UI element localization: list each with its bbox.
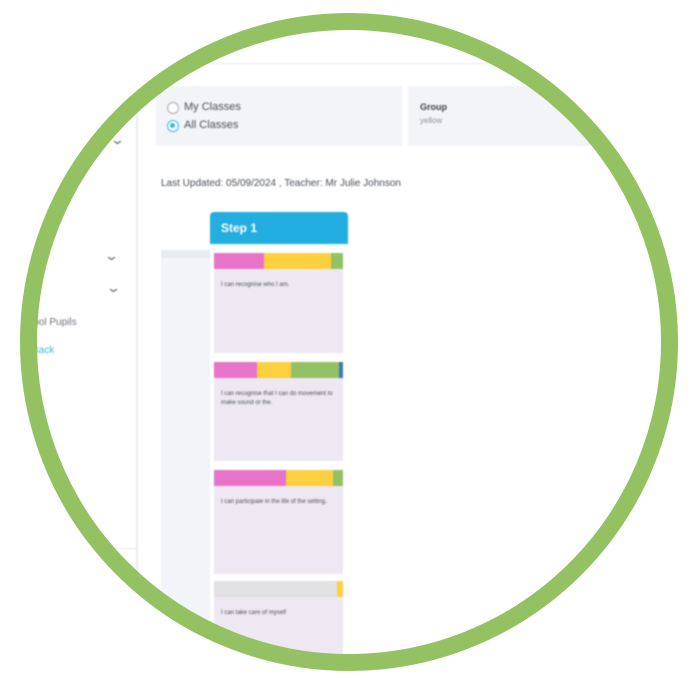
progress-segment xyxy=(291,362,340,378)
progress-segment xyxy=(214,581,337,597)
progress-segment xyxy=(264,253,332,269)
progress-bar xyxy=(214,581,343,597)
progress-bar xyxy=(214,253,343,269)
progress-segment xyxy=(286,470,333,486)
chevron-down-icon[interactable]: ⌄ xyxy=(110,132,125,148)
skill-card[interactable]: I can participate in the life of the set… xyxy=(214,470,343,574)
progress-segment xyxy=(214,470,287,486)
app-screen: ⌄ ⌄ ⌄ School Pupils Back My Classes All … xyxy=(28,21,670,663)
class-filter-panel: My Classes All Classes xyxy=(156,86,402,146)
progress-segment xyxy=(331,253,343,269)
sidebar: ⌄ ⌄ ⌄ School Pupils Back xyxy=(28,21,136,663)
group-panel[interactable]: Group yellow xyxy=(408,86,670,146)
skill-card-text: I can take care of myself xyxy=(221,610,287,616)
radio-my-classes[interactable] xyxy=(167,102,179,114)
progress-segment xyxy=(332,470,343,486)
skill-card-text: I can recognise that I can do movement t… xyxy=(221,391,333,406)
last-updated-text: Last Updated: 05/09/2024 , Teacher: Mr J… xyxy=(161,178,401,189)
progress-bar xyxy=(214,362,343,378)
skill-card-text: I can recognise who I am. xyxy=(221,282,290,288)
chevron-down-icon[interactable]: ⌄ xyxy=(104,248,119,264)
group-label: Group xyxy=(420,102,447,112)
chevron-down-icon[interactable]: ⌄ xyxy=(106,280,121,296)
sidebar-divider xyxy=(28,548,136,549)
skill-card[interactable]: I can recognise who I am. xyxy=(214,253,343,353)
skill-card-text: I can participate in the life of the set… xyxy=(221,499,327,505)
row-header-top xyxy=(161,250,210,258)
step-title: Step 1 xyxy=(221,221,258,235)
circular-viewport: ⌄ ⌄ ⌄ School Pupils Back My Classes All … xyxy=(28,21,670,663)
header-divider xyxy=(150,63,670,64)
progress-segment xyxy=(214,362,257,378)
radio-label-my-classes[interactable]: My Classes xyxy=(184,101,241,113)
sidebar-link-back[interactable]: Back xyxy=(32,345,54,356)
group-value: yellow xyxy=(420,116,443,125)
radio-label-all-classes[interactable]: All Classes xyxy=(184,119,238,131)
row-header-column xyxy=(161,250,210,663)
progress-segment xyxy=(214,253,265,269)
sidebar-border xyxy=(136,21,138,663)
progress-segment xyxy=(256,362,292,378)
radio-all-classes[interactable] xyxy=(167,120,179,132)
skill-card[interactable]: I can take care of myself xyxy=(214,581,343,663)
progress-bar xyxy=(214,470,343,486)
step-column-header: Step 1 xyxy=(210,212,348,244)
skill-card[interactable]: I can recognise that I can do movement t… xyxy=(214,362,343,461)
progress-segment xyxy=(336,581,343,597)
progress-segment xyxy=(339,362,343,378)
sidebar-item-school-pupils[interactable]: School Pupils xyxy=(28,317,77,328)
